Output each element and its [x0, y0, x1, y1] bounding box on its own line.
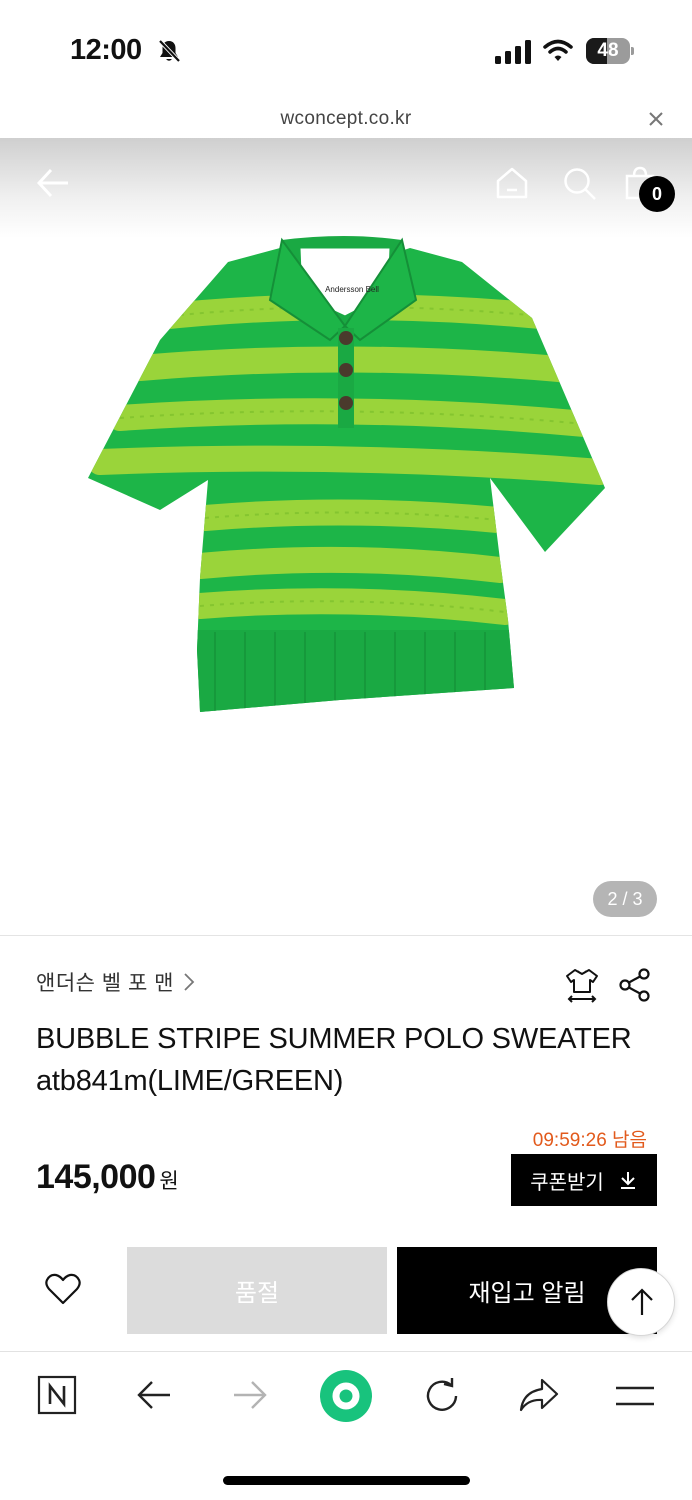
refresh-icon[interactable]	[422, 1376, 462, 1416]
download-icon	[620, 1172, 635, 1189]
coupon-button-label: 쿠폰받기	[530, 1171, 604, 1194]
brand-link[interactable]: 앤더슨 벨 포 맨	[36, 966, 198, 998]
battery-indicator: 48	[586, 38, 634, 64]
coupon-timer: 09:59:26 남음	[532, 1130, 647, 1151]
coupon-download-button[interactable]: 쿠폰받기	[511, 1154, 657, 1206]
wifi-icon	[543, 39, 573, 61]
back-icon[interactable]	[136, 1379, 172, 1411]
chevron-right-icon	[184, 973, 195, 991]
product-image[interactable]: Andersson Bell	[0, 138, 692, 935]
product-title: BUBBLE STRIPE SUMMER POLO SWEATER atb841…	[36, 1023, 632, 1097]
arrow-up-icon	[631, 1288, 653, 1315]
signal-icon	[495, 40, 531, 64]
scroll-to-top-button[interactable]	[607, 1268, 675, 1336]
search-icon[interactable]	[562, 166, 598, 202]
image-page-indicator: 2 / 3	[593, 881, 657, 917]
close-icon[interactable]	[646, 109, 666, 129]
size-guide-icon[interactable]	[563, 966, 601, 1004]
back-arrow-icon[interactable]	[36, 166, 70, 200]
price-value: 145,000	[36, 1158, 156, 1196]
menu-icon[interactable]	[614, 1384, 656, 1408]
price: 145,000 원	[36, 1158, 179, 1197]
share-arrow-icon[interactable]	[518, 1377, 560, 1413]
home-icon[interactable]	[495, 166, 529, 200]
naver-icon[interactable]	[37, 1375, 77, 1415]
url-text[interactable]: wconcept.co.kr	[0, 108, 692, 130]
forward-icon[interactable]	[232, 1379, 268, 1411]
share-icon[interactable]	[617, 967, 653, 1003]
bell-muted-icon	[158, 39, 181, 63]
price-unit: 원	[159, 1170, 179, 1193]
soldout-button[interactable]: 품절	[127, 1247, 387, 1334]
product-image-gallery[interactable]: Andersson Bell	[0, 138, 692, 935]
brand-name[interactable]: 앤더슨 벨 포 맨	[36, 967, 174, 997]
cart-count-badge[interactable]: 0	[639, 176, 675, 212]
green-dot-icon[interactable]	[320, 1370, 372, 1422]
url-bar[interactable]: wconcept.co.kr	[0, 100, 692, 138]
status-bar: 12:00 48	[0, 0, 692, 100]
divider	[0, 935, 692, 936]
label-text: Andersson Bell	[325, 285, 379, 294]
home-indicator	[223, 1476, 470, 1485]
heart-icon[interactable]	[44, 1272, 82, 1306]
status-time: 12:00	[70, 34, 142, 66]
battery-level: 48	[597, 40, 619, 61]
